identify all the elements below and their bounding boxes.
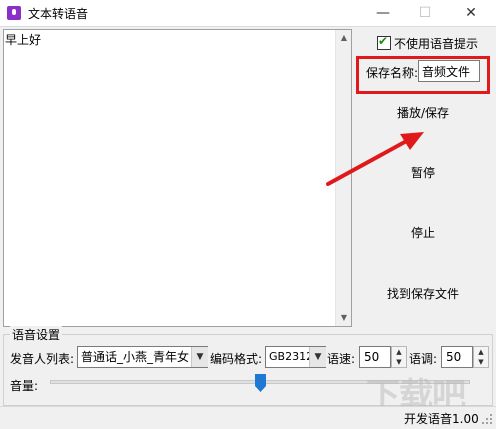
annotation-arrow-icon (326, 132, 424, 186)
voice-settings-title: 语音设置 (10, 326, 63, 343)
speed-label: 语速: (327, 352, 356, 366)
volume-slider-thumb[interactable] (255, 374, 266, 392)
pitch-input[interactable]: 50 (441, 346, 473, 368)
save-name-label: 保存名称: (366, 66, 419, 80)
no-voice-prompt-label[interactable]: 不使用语音提示 (394, 35, 478, 52)
pitch-stepper[interactable]: ▲ ▼ (473, 346, 489, 368)
maximize-button[interactable]: ☐ (404, 0, 446, 26)
microphone-icon (7, 6, 21, 20)
triangle-up-icon[interactable]: ▲ (474, 347, 488, 357)
save-name-input[interactable] (418, 60, 480, 82)
speed-input[interactable]: 50 (359, 346, 391, 368)
window-title: 文本转语音 (28, 7, 89, 21)
chevron-down-icon[interactable]: ▼ (309, 347, 326, 367)
triangle-up-icon[interactable]: ▲ (392, 347, 406, 357)
speaker-list-label: 发音人列表: (10, 352, 75, 366)
minimize-button[interactable]: — (362, 0, 404, 26)
checkmark-icon: ✔ (378, 34, 389, 48)
speaker-select[interactable]: 普通话_小燕_青年女 (77, 346, 208, 368)
triangle-down-icon[interactable]: ▼ (474, 357, 488, 367)
scroll-up-icon[interactable]: ▲ (336, 30, 352, 46)
chevron-down-icon[interactable]: ▼ (191, 347, 208, 367)
scroll-down-icon[interactable]: ▼ (336, 310, 352, 326)
volume-label: 音量: (10, 379, 39, 393)
encoding-label: 编码格式: (210, 352, 263, 366)
speed-stepper[interactable]: ▲ ▼ (391, 346, 407, 368)
status-text: 开发语音1.00 (404, 412, 479, 426)
text-content[interactable]: 早上好 (5, 31, 41, 48)
triangle-down-icon[interactable]: ▼ (392, 357, 406, 367)
stop-button[interactable]: 停止 (373, 220, 473, 246)
close-button[interactable]: ✕ (450, 0, 492, 26)
pitch-label: 语调: (409, 352, 438, 366)
text-input-area[interactable] (3, 29, 352, 327)
find-saved-file-button[interactable]: 找到保存文件 (373, 281, 473, 307)
resize-grip-icon[interactable] (480, 412, 494, 426)
